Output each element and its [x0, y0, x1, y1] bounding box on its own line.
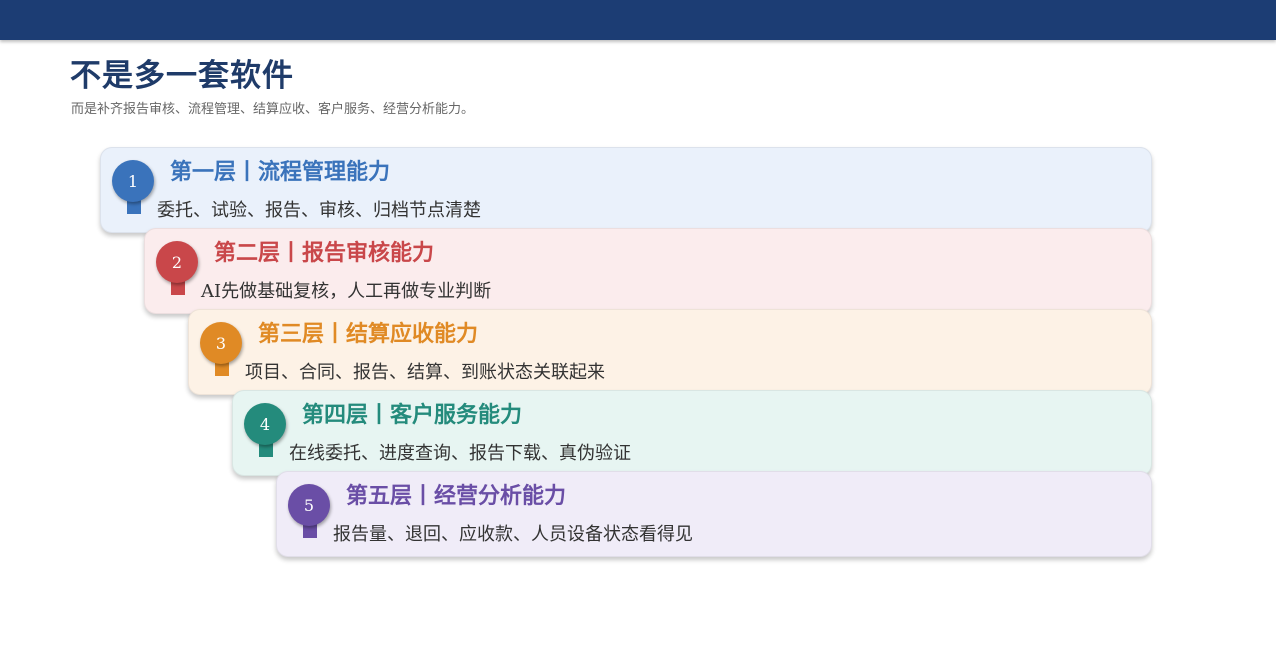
layer-title: 第三层丨结算应收能力: [258, 322, 479, 347]
layer-title: 第二层丨报告审核能力: [214, 241, 435, 266]
layer-number-badge: 1: [112, 160, 154, 202]
layer-number-badge: 2: [156, 241, 198, 283]
layer-description: AI先做基础复核，人工再做专业判断: [201, 281, 492, 302]
layer-card-1: 1 第一层丨流程管理能力 委托、试验、报告、审核、归档节点清楚: [100, 147, 1152, 233]
page-subtitle: 而是补齐报告审核、流程管理、结算应收、客户服务、经营分析能力。: [71, 102, 475, 117]
number-pin-icon: 2: [156, 241, 198, 297]
layer-card-2: 2 第二层丨报告审核能力 AI先做基础复核，人工再做专业判断: [144, 228, 1152, 314]
layer-title: 第五层丨经营分析能力: [346, 484, 567, 509]
number-pin-icon: 1: [112, 160, 154, 216]
layer-title: 第一层丨流程管理能力: [170, 160, 391, 185]
number-pin-icon: 5: [288, 484, 330, 540]
number-pin-icon: 4: [244, 403, 286, 459]
number-pin-icon: 3: [200, 322, 242, 378]
layer-number-badge: 5: [288, 484, 330, 526]
layer-number-badge: 4: [244, 403, 286, 445]
page-title: 不是多一套软件: [70, 58, 294, 94]
layer-card-5: 5 第五层丨经营分析能力 报告量、退回、应收款、人员设备状态看得见: [276, 471, 1152, 557]
layer-description: 委托、试验、报告、审核、归档节点清楚: [157, 200, 481, 221]
layer-description: 项目、合同、报告、结算、到账状态关联起来: [245, 362, 605, 383]
layer-description: 在线委托、进度查询、报告下载、真伪验证: [289, 443, 631, 464]
layer-number-badge: 3: [200, 322, 242, 364]
layer-description: 报告量、退回、应收款、人员设备状态看得见: [333, 524, 693, 545]
layer-title: 第四层丨客户服务能力: [302, 403, 523, 428]
top-banner: [0, 0, 1276, 40]
layer-card-4: 4 第四层丨客户服务能力 在线委托、进度查询、报告下载、真伪验证: [232, 390, 1152, 476]
layer-card-3: 3 第三层丨结算应收能力 项目、合同、报告、结算、到账状态关联起来: [188, 309, 1152, 395]
